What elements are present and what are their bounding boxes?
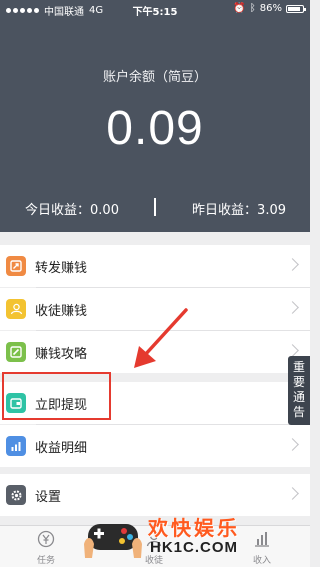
share-icon <box>6 256 26 276</box>
today-earnings: 今日收益：0.00 <box>25 199 119 218</box>
menu-item-share-earn[interactable]: 转发赚钱 <box>0 245 310 287</box>
chart-icon <box>6 436 26 456</box>
battery-icon <box>286 4 306 13</box>
chevron-right-icon <box>286 344 299 357</box>
highlight-box <box>2 372 111 420</box>
chevron-right-icon <box>286 487 299 500</box>
menu-item-label: 收徒赚钱 <box>35 303 88 319</box>
chevron-right-icon <box>286 438 299 451</box>
battery-percent: 86% <box>259 3 282 14</box>
yesterday-earnings-value: 3.09 <box>257 203 286 218</box>
bluetooth-icon: ᛒ <box>249 3 256 14</box>
chevron-right-icon <box>286 301 299 314</box>
balance-label: 账户余额（简豆） <box>102 70 207 85</box>
menu-item-label: 转发赚钱 <box>35 260 88 276</box>
tab-income[interactable]: 收入 <box>242 530 282 566</box>
today-earnings-label: 今日收益： <box>25 203 91 218</box>
menu-item-label: 收益明细 <box>35 440 88 456</box>
gear-icon <box>6 485 26 505</box>
alarm-icon: ⏰ <box>233 3 246 14</box>
today-earnings-value: 0.00 <box>90 203 119 218</box>
yesterday-earnings-label: 昨日收益： <box>192 203 258 218</box>
tab-tasks[interactable]: 任务 <box>26 530 66 566</box>
chevron-right-icon <box>286 258 299 271</box>
menu-item-label: 设置 <box>35 489 62 505</box>
tab-label: 任务 <box>36 556 55 566</box>
gamepad-icon <box>84 524 142 558</box>
annotation-arrow-icon <box>134 308 188 368</box>
menu-item-label: 赚钱攻略 <box>35 346 88 362</box>
announcement-tab[interactable]: 重要通告 <box>288 356 310 425</box>
users-icon <box>6 299 26 319</box>
watermark-domain: HK1C.COM <box>150 539 239 556</box>
bar-chart-icon <box>255 532 269 547</box>
yuan-icon <box>37 530 55 548</box>
watermark: 欢快娱乐 HK1C.COM <box>82 508 248 564</box>
status-bar: 中国联通 4G 下午5:15 ⏰ ᛒ 86% <box>0 0 310 18</box>
yesterday-earnings: 昨日收益：3.09 <box>192 199 286 218</box>
tab-label: 收入 <box>252 556 271 566</box>
edit-icon <box>6 342 26 362</box>
watermark-text: 欢快娱乐 <box>148 516 240 540</box>
earnings-divider <box>154 198 156 216</box>
balance-header: 账户余额（简豆） 0.09 今日收益：0.00 昨日收益：3.09 <box>0 18 310 232</box>
menu-item-earnings-detail[interactable]: 收益明细 <box>0 425 310 467</box>
balance-amount: 0.09 <box>106 102 204 155</box>
